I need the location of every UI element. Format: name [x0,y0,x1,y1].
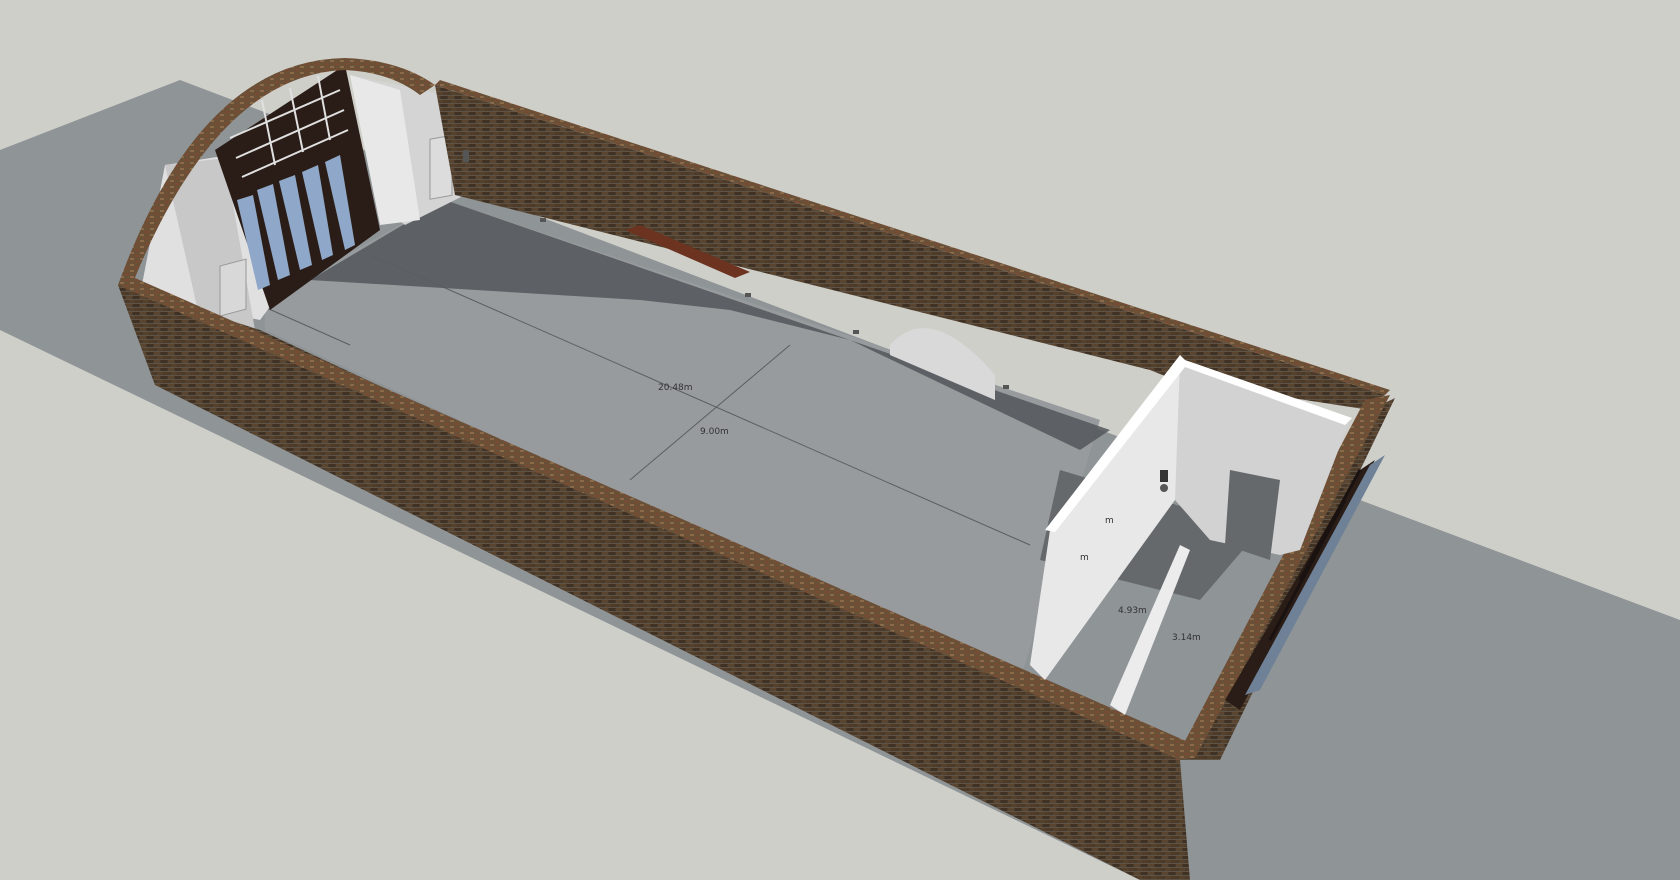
light-switch-icon [463,150,469,162]
door-left[interactable] [219,258,247,317]
3d-model-scene[interactable]: 20.48m 9.00m 4.93m 3.14m m m [0,0,1680,880]
wall-lamp-icon [1160,470,1168,492]
sketchup-viewport[interactable]: 20.48m 9.00m 4.93m 3.14m m m [0,0,1680,880]
dimension-wall-a: m [1105,516,1114,526]
dimension-length: 20.48m [658,383,693,393]
dimension-partition-a: 4.93m [1118,606,1147,616]
dimension-width: 9.00m [700,427,729,437]
dimension-partition-b: 3.14m [1172,633,1201,643]
dimension-wall-b: m [1080,553,1089,563]
